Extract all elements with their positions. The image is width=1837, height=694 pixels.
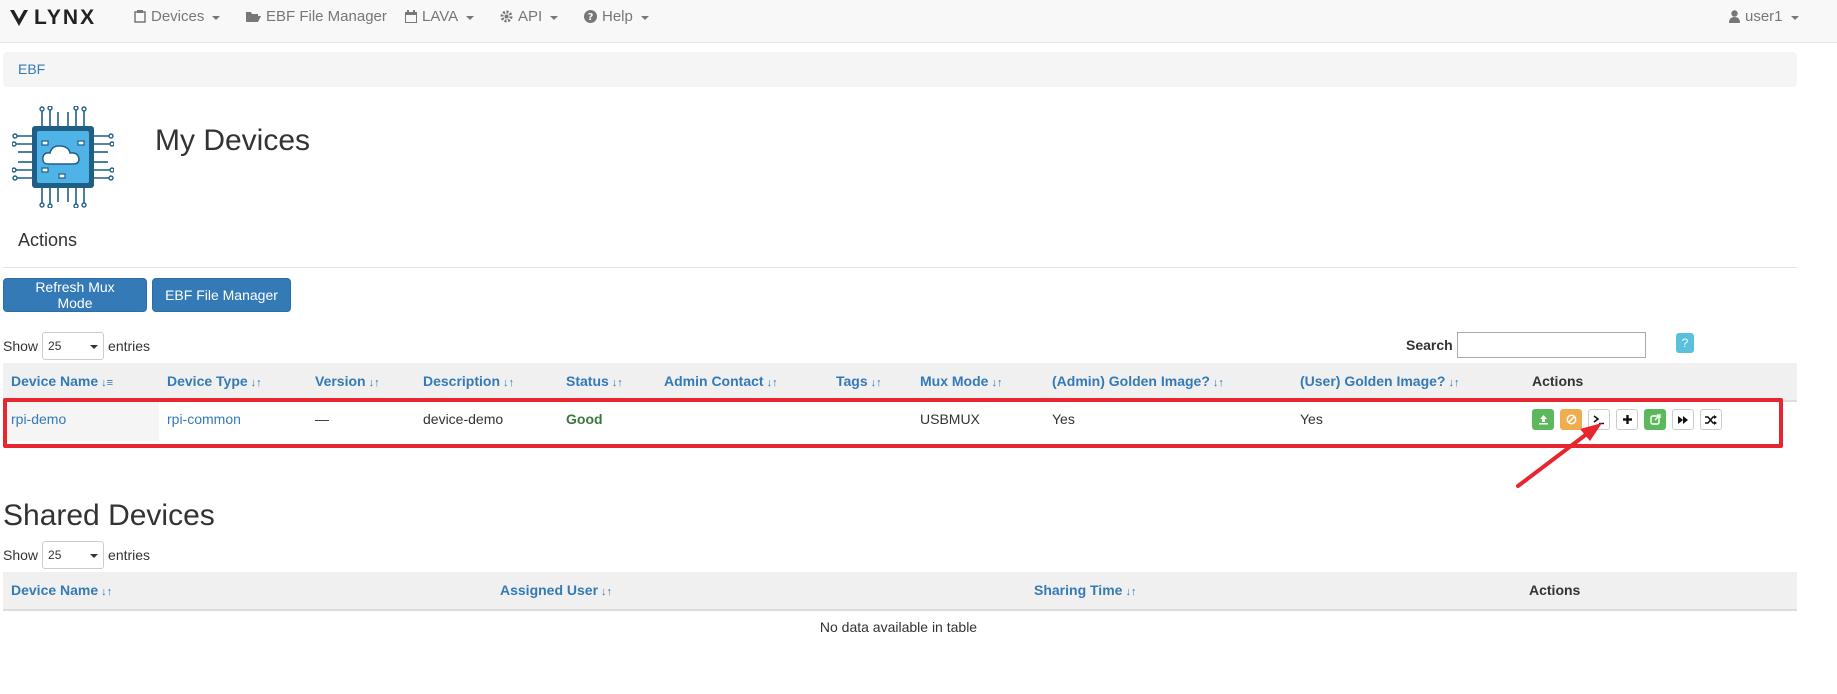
show-label: Show xyxy=(3,547,39,563)
sort-icon: ↓↑ xyxy=(991,377,1003,389)
nav-ebf-file-manager[interactable]: EBF File Manager xyxy=(245,8,387,25)
col-status-label: Status xyxy=(566,373,609,389)
sort-icon: ↓↑ xyxy=(503,377,515,389)
annotation-arrow-icon xyxy=(1516,423,1602,488)
question-circle-icon: ? xyxy=(584,10,597,23)
gear-icon xyxy=(500,10,513,23)
calendar-icon xyxy=(405,10,417,23)
col-device-name[interactable]: Device Name ↓≡ xyxy=(11,373,113,389)
shared-col-sharing-time[interactable]: Sharing Time ↓↑ xyxy=(1034,582,1136,598)
show-label: Show xyxy=(3,338,39,354)
col-device-type-label: Device Type xyxy=(167,373,248,389)
sort-icon: ↓↑ xyxy=(1212,377,1224,389)
nav-help-label: Help xyxy=(602,8,633,25)
empty-table-message: No data available in table xyxy=(819,619,978,635)
search-label: Search xyxy=(1406,337,1453,353)
nav-help[interactable]: ? Help xyxy=(584,8,649,25)
shared-page-length-value: 25 xyxy=(48,548,62,562)
col-version[interactable]: Version ↓↑ xyxy=(315,373,380,389)
caret-down-icon xyxy=(212,15,221,20)
col-admin-contact[interactable]: Admin Contact ↓↑ xyxy=(664,373,778,389)
col-admin-golden-image[interactable]: (Admin) Golden Image? ↓↑ xyxy=(1052,373,1224,389)
col-device-type[interactable]: Device Type ↓↑ xyxy=(167,373,262,389)
actions-heading: Actions xyxy=(18,230,78,250)
lynx-logo-icon xyxy=(10,10,28,26)
user-icon xyxy=(1729,10,1740,23)
shared-col-assigned-user[interactable]: Assigned User ↓↑ xyxy=(500,582,612,598)
nav-devices[interactable]: Devices xyxy=(134,8,221,25)
my-devices-table-header: Device Name ↓≡ Device Type ↓↑ Version ↓↑ De… xyxy=(3,363,1797,402)
nav-ebf-label: EBF File Manager xyxy=(266,8,387,25)
chevron-down-icon xyxy=(90,554,99,558)
col-mux-mode[interactable]: Mux Mode ↓↑ xyxy=(920,373,1002,389)
col-admin-contact-label: Admin Contact xyxy=(664,373,764,389)
help-button[interactable]: ? xyxy=(1676,333,1694,353)
caret-down-icon xyxy=(1790,15,1799,20)
entries-label: entries xyxy=(108,338,151,354)
nav-devices-label: Devices xyxy=(151,8,205,25)
sort-icon: ↓↑ xyxy=(870,377,882,389)
sort-asc-icon: ↓≡ xyxy=(101,377,114,389)
chip-cloud-icon xyxy=(11,105,115,209)
col-version-label: Version xyxy=(315,373,366,389)
chip-logo xyxy=(11,105,115,211)
top-navbar: LYNX Devices EBF File Manager LAVA API ?… xyxy=(0,0,1837,43)
col-user-golden-label: (User) Golden Image? xyxy=(1300,373,1446,389)
entries-label: entries xyxy=(108,547,151,563)
col-description-label: Description xyxy=(423,373,501,389)
page-length-value: 25 xyxy=(48,339,62,353)
page-length-select[interactable]: 25 xyxy=(42,332,105,360)
shared-col-assigned-user-label: Assigned User xyxy=(500,582,599,598)
sort-icon: ↓↑ xyxy=(766,377,778,389)
shared-col-actions: Actions xyxy=(1529,582,1581,598)
user-menu[interactable]: user1 xyxy=(1729,8,1799,25)
nav-api-label: API xyxy=(518,8,543,25)
shared-devices-title: Shared Devices xyxy=(3,499,215,532)
shared-col-device-name[interactable]: Device Name ↓↑ xyxy=(11,582,112,598)
search-input[interactable] xyxy=(1457,332,1646,358)
sort-icon: ↓↑ xyxy=(1448,377,1460,389)
col-status[interactable]: Status ↓↑ xyxy=(566,373,623,389)
devices-icon xyxy=(134,10,146,23)
nav-lava-label: LAVA xyxy=(422,8,459,25)
folder-open-icon xyxy=(246,12,261,22)
caret-down-icon xyxy=(466,15,475,20)
caret-down-icon xyxy=(640,15,649,20)
refresh-mux-mode-button[interactable]: Refresh Mux Mode xyxy=(3,278,147,312)
shared-devices-table-header: Device Name ↓↑ Assigned User ↓↑ Sharing Ti… xyxy=(3,572,1797,611)
col-device-name-label: Device Name xyxy=(11,373,99,389)
sort-icon: ↓↑ xyxy=(368,377,380,389)
col-description[interactable]: Description ↓↑ xyxy=(423,373,514,389)
sort-icon: ↓↑ xyxy=(601,586,613,598)
user-name: user1 xyxy=(1745,8,1783,25)
page-title: My Devices xyxy=(155,124,311,157)
svg-text:?: ? xyxy=(588,12,594,23)
brand-name: LYNX xyxy=(34,6,97,29)
breadcrumb: EBF xyxy=(3,52,1797,87)
brand-logo[interactable]: LYNX xyxy=(8,6,96,30)
page-length-control: Show 25 entries xyxy=(3,332,150,360)
col-user-golden-image[interactable]: (User) Golden Image? ↓↑ xyxy=(1300,373,1459,389)
sort-icon: ↓↑ xyxy=(611,377,623,389)
shared-page-length-select[interactable]: 25 xyxy=(42,541,105,569)
shared-page-length-control: Show 25 entries xyxy=(3,541,150,569)
breadcrumb-ebf-link[interactable]: EBF xyxy=(18,61,45,77)
nav-api[interactable]: API xyxy=(500,8,559,25)
ebf-file-manager-button[interactable]: EBF File Manager xyxy=(152,278,291,312)
chevron-down-icon xyxy=(90,345,99,349)
col-tags-label: Tags xyxy=(836,373,868,389)
sort-icon: ↓↑ xyxy=(250,377,262,389)
col-mux-mode-label: Mux Mode xyxy=(920,373,989,389)
sort-icon: ↓↑ xyxy=(1125,586,1137,598)
col-tags[interactable]: Tags ↓↑ xyxy=(836,373,882,389)
caret-down-icon xyxy=(550,15,559,20)
shared-col-device-name-label: Device Name xyxy=(11,582,99,598)
nav-lava[interactable]: LAVA xyxy=(405,8,475,25)
shared-col-sharing-time-label: Sharing Time xyxy=(1034,582,1123,598)
col-actions: Actions xyxy=(1532,373,1584,389)
divider xyxy=(3,267,1797,268)
sort-icon: ↓↑ xyxy=(101,586,113,598)
col-admin-golden-label: (Admin) Golden Image? xyxy=(1052,373,1210,389)
